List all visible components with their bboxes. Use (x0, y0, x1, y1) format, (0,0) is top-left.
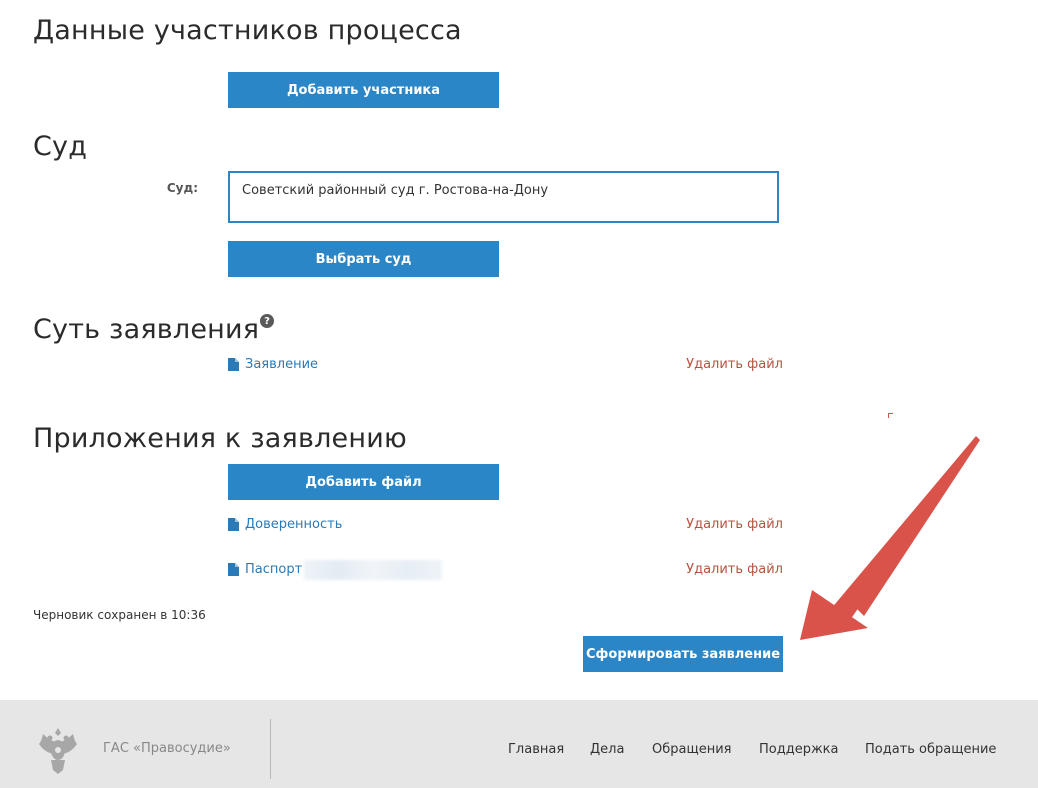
footer-nav-support[interactable]: Поддержка (759, 742, 839, 757)
document-icon (228, 358, 239, 371)
court-field-label: Суд: (166, 181, 198, 195)
draft-status: Черновик сохранен в 10:36 (33, 608, 206, 622)
document-icon (228, 518, 239, 531)
footer-brand[interactable]: ГАС «Правосудие» (103, 741, 231, 756)
file-link-passport[interactable]: Паспорт (228, 562, 302, 577)
annotation-arrow-icon (800, 436, 980, 640)
essence-section-title: Суть заявления (33, 314, 260, 345)
footer-nav-cases[interactable]: Дела (590, 742, 624, 757)
coat-of-arms-icon (39, 728, 77, 774)
footer-divider (270, 719, 271, 779)
choose-court-button[interactable]: Выбрать суд (228, 241, 499, 277)
attachments-section-title: Приложения к заявлению (33, 423, 407, 454)
footer-nav-appeals[interactable]: Обращения (652, 742, 731, 757)
document-icon (228, 563, 239, 576)
delete-file-link[interactable]: Удалить файл (660, 562, 783, 577)
footer-nav-home[interactable]: Главная (508, 742, 564, 757)
file-name: Паспорт (245, 562, 303, 577)
add-file-button[interactable]: Добавить файл (228, 464, 499, 500)
court-input[interactable]: Советский районный суд г. Ростова-на-Дон… (228, 171, 779, 223)
footer-nav-submit-appeal[interactable]: Подать обращение (865, 742, 996, 757)
form-statement-button[interactable]: Сформировать заявление (583, 636, 783, 672)
delete-file-link[interactable]: Удалить файл (660, 357, 783, 372)
stray-mark (888, 413, 893, 418)
file-link-power-of-attorney[interactable]: Доверенность (228, 517, 342, 532)
file-name: Заявление (245, 357, 319, 372)
participants-section-title: Данные участников процесса (33, 15, 462, 46)
help-icon[interactable]: ? (260, 314, 274, 328)
delete-file-link[interactable]: Удалить файл (660, 517, 783, 532)
file-name: Доверенность (245, 517, 343, 532)
court-section-title: Суд (33, 131, 88, 162)
file-link-statement[interactable]: Заявление (228, 357, 318, 372)
redacted-filename (304, 560, 442, 580)
add-participant-button[interactable]: Добавить участника (228, 72, 499, 108)
